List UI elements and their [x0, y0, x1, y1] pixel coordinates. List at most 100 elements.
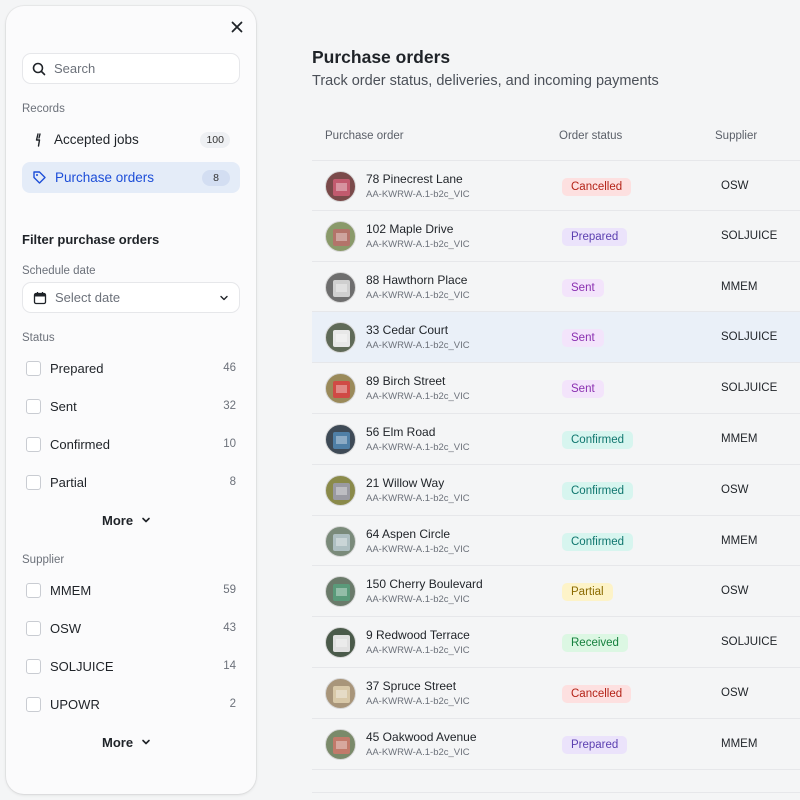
- status-badge: Prepared: [562, 227, 628, 246]
- order-code: AA-KWRW-A.1-b2c_VIC: [366, 594, 470, 606]
- supplier-name: MMEM: [721, 534, 758, 547]
- option-label: Confirmed: [50, 436, 110, 452]
- chevron-down-icon: [142, 739, 150, 745]
- order-code: AA-KWRW-A.1-b2c_VIC: [366, 746, 470, 758]
- status-option-prepared[interactable]: Prepared 46: [26, 357, 236, 379]
- supplier-more-button[interactable]: More: [102, 733, 151, 751]
- chevron-down-icon: [220, 295, 228, 301]
- close-button[interactable]: [228, 18, 246, 36]
- tag-icon: [33, 171, 46, 184]
- option-count: 32: [223, 400, 236, 412]
- roof-highlight: [336, 232, 347, 241]
- order-address[interactable]: 102 Maple Drive: [366, 222, 453, 236]
- checkbox[interactable]: [26, 474, 41, 490]
- page-title: Purchase orders: [312, 47, 451, 67]
- status-label: Status: [22, 332, 55, 344]
- table-row[interactable]: 64 Aspen Circle AA-KWRW-A.1-b2c_VIC Confir…: [312, 516, 800, 567]
- order-address[interactable]: 45 Oakwood Avenue: [366, 730, 477, 744]
- supplier-option-soljuice[interactable]: SOLJUICE 14: [26, 655, 236, 677]
- property-thumbnail: [325, 171, 356, 202]
- sidebar-item-accepted-jobs[interactable]: Accepted jobs 100: [22, 124, 240, 155]
- schedule-date-select[interactable]: Select date: [22, 282, 240, 313]
- status-option-sent[interactable]: Sent 32: [26, 395, 236, 417]
- option-count: 2: [229, 698, 236, 710]
- table-row[interactable]: 78 Pinecrest Lane AA-KWRW-A.1-b2c_VIC Canc…: [312, 160, 800, 211]
- order-address[interactable]: 88 Hawthorn Place: [366, 273, 467, 287]
- date-placeholder: Select date: [55, 290, 121, 305]
- status-badge: Confirmed: [562, 481, 634, 500]
- table-row[interactable]: 89 Birch Street AA-KWRW-A.1-b2c_VIC Sent SO…: [312, 363, 800, 414]
- checkbox[interactable]: [26, 582, 41, 598]
- table-row[interactable]: 56 Elm Road AA-KWRW-A.1-b2c_VIC Confirmed M…: [312, 414, 800, 465]
- supplier-name: OSW: [721, 180, 749, 192]
- chevron-down-icon: [142, 517, 150, 523]
- roof-highlight: [336, 588, 347, 597]
- supplier-name: SOLJUICE: [721, 331, 778, 344]
- checkbox[interactable]: [26, 696, 41, 712]
- supplier-option-upowr[interactable]: UPOWR 2: [26, 693, 236, 715]
- order-address[interactable]: 89 Birch Street: [366, 374, 445, 388]
- roof-highlight: [336, 537, 347, 546]
- supplier-name: OSW: [721, 483, 749, 496]
- status-option-confirmed[interactable]: Confirmed 10: [26, 433, 236, 455]
- option-count: 46: [223, 362, 236, 374]
- property-thumbnail: [325, 728, 356, 760]
- table-row[interactable]: 88 Hawthorn Place AA-KWRW-A.1-b2c_VIC Sent…: [312, 262, 800, 313]
- status-badge: Cancelled: [562, 684, 632, 703]
- supplier-option-mmem[interactable]: MMEM 59: [26, 579, 236, 601]
- table-row[interactable]: 45 Oakwood Avenue AA-KWRW-A.1-b2c_VIC Prep…: [312, 719, 800, 770]
- supplier-name: SOLJUICE: [721, 229, 778, 242]
- roof-highlight: [336, 639, 347, 648]
- table-row[interactable]: 9 Redwood Terrace AA-KWRW-A.1-b2c_VIC Rece…: [312, 617, 800, 668]
- search-input[interactable]: [54, 61, 224, 76]
- checkbox[interactable]: [26, 620, 41, 636]
- column-header-purchase-order[interactable]: Purchase order: [325, 130, 404, 142]
- order-code: AA-KWRW-A.1-b2c_VIC: [366, 441, 470, 453]
- option-count: 8: [229, 476, 236, 488]
- order-address[interactable]: 150 Cherry Boulevard: [366, 577, 483, 591]
- table-row[interactable]: 33 Cedar Court AA-KWRW-A.1-b2c_VIC Sent SOL…: [312, 312, 800, 364]
- column-header-supplier[interactable]: Supplier: [715, 130, 757, 142]
- roof-highlight: [336, 334, 347, 343]
- order-code: AA-KWRW-A.1-b2c_VIC: [366, 340, 470, 352]
- status-badge: Sent: [562, 278, 604, 297]
- property-thumbnail: [325, 423, 356, 455]
- checkbox[interactable]: [26, 658, 41, 674]
- bolt-icon: [35, 132, 41, 147]
- property-thumbnail: [325, 677, 356, 709]
- supplier-option-osw[interactable]: OSW 43: [26, 617, 236, 639]
- status-badge: Confirmed: [562, 532, 634, 551]
- option-count: 43: [223, 622, 236, 634]
- roof-highlight: [336, 740, 347, 749]
- order-address[interactable]: 21 Willow Way: [366, 476, 444, 490]
- order-address[interactable]: 37 Spruce Street: [366, 679, 456, 693]
- roof-highlight: [336, 486, 347, 495]
- table-row[interactable]: 21 Willow Way AA-KWRW-A.1-b2c_VIC Confirme…: [312, 465, 800, 516]
- order-address[interactable]: 33 Cedar Court: [366, 323, 448, 337]
- order-code: AA-KWRW-A.1-b2c_VIC: [366, 492, 470, 504]
- filter-title: Filter purchase orders: [22, 232, 160, 247]
- table-row[interactable]: 150 Cherry Boulevard AA-KWRW-A.1-b2c_VIC P…: [312, 566, 800, 618]
- order-code: AA-KWRW-A.1-b2c_VIC: [366, 645, 470, 657]
- order-address[interactable]: 56 Elm Road: [366, 425, 435, 439]
- status-badge: Sent: [562, 380, 604, 399]
- status-more-button[interactable]: More: [102, 511, 151, 529]
- order-address[interactable]: 78 Pinecrest Lane: [366, 172, 463, 186]
- checkbox[interactable]: [26, 398, 41, 414]
- column-header-order-status[interactable]: Order status: [559, 130, 622, 142]
- table-row[interactable]: 102 Maple Drive AA-KWRW-A.1-b2c_VIC Prepar…: [312, 211, 800, 262]
- count-badge: 100: [200, 132, 230, 148]
- order-address[interactable]: 64 Aspen Circle: [366, 527, 450, 541]
- order-code: AA-KWRW-A.1-b2c_VIC: [366, 695, 470, 707]
- table-row[interactable]: 37 Spruce Street AA-KWRW-A.1-b2c_VIC Cance…: [312, 668, 800, 719]
- search-box[interactable]: [22, 53, 240, 84]
- status-option-partial[interactable]: Partial 8: [26, 471, 236, 493]
- checkbox[interactable]: [26, 360, 41, 376]
- sidebar-item-purchase-orders[interactable]: Purchase orders 8: [22, 162, 240, 193]
- supplier-name: MMEM: [721, 737, 758, 750]
- checkbox[interactable]: [26, 436, 41, 452]
- order-address[interactable]: 9 Redwood Terrace: [366, 628, 470, 642]
- supplier-name: MMEM: [721, 432, 758, 445]
- supplier-label: Supplier: [22, 554, 65, 566]
- order-code: AA-KWRW-A.1-b2c_VIC: [366, 189, 470, 200]
